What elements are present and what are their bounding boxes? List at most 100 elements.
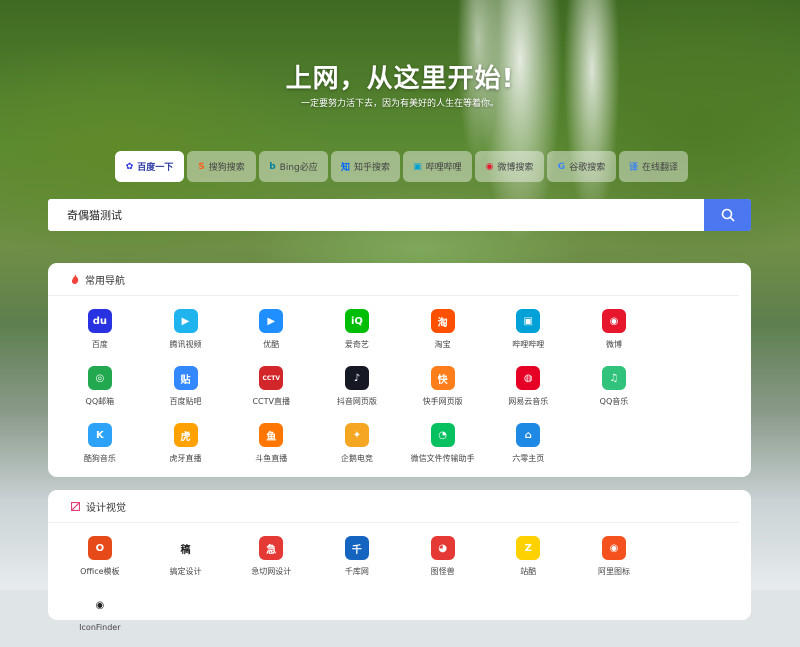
- search-engine-tabs: ✿ 百度一下 S 搜狗搜索 b Bing必应知知乎搜索 ▣ 哔哩哔哩 ◉ 微博搜索 G 谷歌搜索译在线…: [115, 151, 688, 182]
- site-label: CCTV直播: [252, 397, 290, 406]
- qq-mail-icon: ◎: [87, 366, 112, 390]
- site-link[interactable]: ◉ 微博: [571, 306, 657, 363]
- site-link[interactable]: K 酷狗音乐: [57, 420, 143, 477]
- kuaishou-icon: 快: [430, 366, 455, 390]
- site-link[interactable]: O Office模板: [57, 533, 143, 590]
- site-label: 图怪兽: [430, 567, 455, 576]
- fire-icon: [71, 274, 79, 284]
- site-link[interactable]: ▶ 优酷: [228, 306, 314, 363]
- bilibili-icon: ▣: [413, 161, 422, 172]
- site-label: QQ音乐: [599, 397, 629, 406]
- search-input[interactable]: [48, 199, 704, 231]
- zcool-icon: Z: [516, 536, 541, 560]
- engine-tab-2[interactable]: b Bing必应: [259, 151, 328, 182]
- site-link[interactable]: iQ 爱奇艺: [314, 306, 400, 363]
- site-label: 优酷: [263, 340, 280, 349]
- engine-tab-label: 搜狗搜索: [208, 163, 245, 173]
- site-label: 哔哩哔哩: [512, 340, 545, 349]
- site-label: 千库网: [344, 567, 369, 576]
- engine-tab-3[interactable]: 知知乎搜索: [331, 151, 400, 182]
- site-link[interactable]: ♫ QQ音乐: [571, 363, 657, 420]
- bilibili-icon: ▣: [516, 309, 541, 333]
- site-link[interactable]: 贴百度贴吧: [143, 363, 229, 420]
- penguin-esports-icon: ✦: [344, 423, 369, 447]
- site-label: 抖音网页版: [336, 397, 377, 406]
- site-label: 企鹅电竞: [340, 454, 373, 463]
- site-link[interactable]: ◕ 图怪兽: [400, 533, 486, 590]
- site-link[interactable]: ◍ 网易云音乐: [485, 363, 571, 420]
- engine-tab-5[interactable]: ◉ 微博搜索: [475, 151, 544, 182]
- site-link[interactable]: ◉ IconFinder: [57, 590, 143, 647]
- engine-tab-7[interactable]: 译在线翻译: [619, 151, 688, 182]
- site-label: 虎牙直播: [169, 454, 202, 463]
- site-link[interactable]: du 百度: [57, 306, 143, 363]
- hero-title: 上网，从这里开始!: [285, 64, 515, 94]
- engine-tab-label: 谷歌搜索: [569, 163, 606, 173]
- qianku-icon: 千: [344, 536, 369, 560]
- search-button[interactable]: [704, 199, 751, 231]
- site-link[interactable]: 急急切网设计: [228, 533, 314, 590]
- site-link[interactable]: ✦ 企鹅电竞: [314, 420, 400, 477]
- site-label: 微信文件传输助手: [410, 454, 475, 463]
- site-link[interactable]: 千千库网: [314, 533, 400, 590]
- card-title: 常用导航: [85, 275, 125, 287]
- site-label: 百度贴吧: [169, 397, 202, 406]
- site-label: 搞定设计: [169, 567, 202, 576]
- huya-icon: 虎: [173, 423, 198, 447]
- wechat-icon: ◔: [430, 423, 455, 447]
- site-label: 急切网设计: [251, 567, 292, 576]
- site-link[interactable]: CCTV CCTV直播: [228, 363, 314, 420]
- site-grid: du 百度 ▶ 腾讯视频 ▶ 优酷 iQ 爱奇艺淘淘宝 ▣ 哔哩哔哩 ◉ 微博 ◎ QQ邮箱贴百度贴吧 CC…: [48, 296, 751, 477]
- douyu-icon: 鱼: [259, 423, 284, 447]
- site-link[interactable]: ▶ 腾讯视频: [143, 306, 229, 363]
- tuguaishou-icon: ◕: [430, 536, 455, 560]
- engine-tab-label: Bing必应: [279, 163, 318, 173]
- site-label: 快手网页版: [422, 397, 463, 406]
- search-bar: [48, 199, 751, 231]
- weibo-icon: ◉: [485, 161, 494, 172]
- card-header: 设计视觉: [48, 490, 739, 523]
- jiqie-icon: 急: [259, 536, 284, 560]
- iconfinder-icon: ◉: [87, 593, 112, 617]
- baidu-paw-icon: ✿: [125, 161, 134, 172]
- engine-tab-1[interactable]: S 搜狗搜索: [187, 151, 256, 182]
- translate-icon: 译: [628, 163, 638, 173]
- site-link[interactable]: 淘淘宝: [400, 306, 486, 363]
- site-link[interactable]: Z 站酷: [485, 533, 571, 590]
- engine-tab-label: 百度一下: [137, 163, 174, 173]
- site-link[interactable]: ◉ 阿里图标: [571, 533, 657, 590]
- site-label: 淘宝: [434, 340, 451, 349]
- site-link[interactable]: ◔ 微信文件传输助手: [400, 420, 486, 477]
- site-label: QQ邮箱: [85, 397, 115, 406]
- site-label: 六零主页: [512, 454, 545, 463]
- card-title: 设计视觉: [86, 502, 126, 514]
- tieba-icon: 贴: [173, 366, 198, 390]
- baidu-icon: du: [87, 309, 112, 333]
- site-label: 腾讯视频: [169, 340, 202, 349]
- site-link[interactable]: 鱼斗鱼直播: [228, 420, 314, 477]
- site-link[interactable]: ⌂ 六零主页: [485, 420, 571, 477]
- site-label: 百度: [91, 340, 108, 349]
- engine-tab-6[interactable]: G 谷歌搜索: [547, 151, 616, 182]
- engine-tab-0[interactable]: ✿ 百度一下: [115, 151, 184, 182]
- site-label: 斗鱼直播: [255, 454, 288, 463]
- engine-tab-4[interactable]: ▣ 哔哩哔哩: [403, 151, 472, 182]
- youku-icon: ▶: [259, 309, 284, 333]
- card-header: 常用导航: [48, 263, 739, 296]
- site-link[interactable]: ▣ 哔哩哔哩: [485, 306, 571, 363]
- search-icon: [721, 208, 734, 222]
- kugou-icon: K: [87, 423, 112, 447]
- site-label: 爱奇艺: [344, 340, 369, 349]
- iqiyi-icon: iQ: [344, 309, 369, 333]
- tencent-video-icon: ▶: [173, 309, 198, 333]
- site-label: IconFinder: [79, 623, 121, 632]
- site-label: 阿里图标: [597, 567, 630, 576]
- site-link[interactable]: 快快手网页版: [400, 363, 486, 420]
- site-link[interactable]: 稿搞定设计: [143, 533, 229, 590]
- site-label: 酷狗音乐: [83, 454, 116, 463]
- bing-icon: b: [269, 161, 276, 172]
- site-link[interactable]: 虎虎牙直播: [143, 420, 229, 477]
- iconfont-icon: ◉: [601, 536, 626, 560]
- site-link[interactable]: ♪ 抖音网页版: [314, 363, 400, 420]
- site-link[interactable]: ◎ QQ邮箱: [57, 363, 143, 420]
